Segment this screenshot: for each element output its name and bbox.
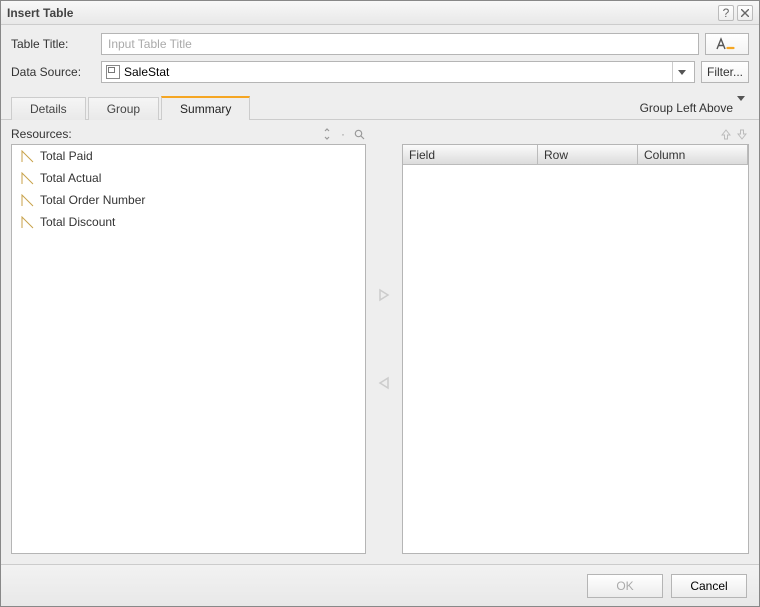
workspace: Resources: · Total Paid Total Actual — [1, 120, 759, 564]
fields-grid[interactable]: Field Row Column — [402, 144, 749, 554]
form-area: Table Title: Data Source: SaleStat Filte… — [1, 25, 759, 93]
measure-icon — [20, 149, 34, 163]
measure-icon — [20, 193, 34, 207]
move-down-icon[interactable] — [735, 127, 749, 141]
sort-icon[interactable] — [320, 127, 334, 141]
resources-pane: Resources: · Total Paid Total Actual — [11, 124, 366, 554]
titlebar: Insert Table ? — [1, 1, 759, 25]
list-item[interactable]: Total Paid — [12, 145, 365, 167]
font-style-button[interactable] — [705, 33, 749, 55]
insert-table-dialog: Insert Table ? Table Title: Data Source:… — [0, 0, 760, 607]
list-item[interactable]: Total Order Number — [12, 189, 365, 211]
ok-button: OK — [587, 574, 663, 598]
list-item-label: Total Actual — [40, 171, 101, 185]
transfer-column — [366, 124, 402, 554]
remove-button[interactable] — [375, 374, 393, 392]
help-button[interactable]: ? — [718, 5, 734, 21]
list-item-label: Total Paid — [40, 149, 93, 163]
data-source-combo[interactable]: SaleStat — [101, 61, 695, 83]
list-item[interactable]: Total Actual — [12, 167, 365, 189]
move-up-icon[interactable] — [719, 127, 733, 141]
list-item-label: Total Order Number — [40, 193, 145, 207]
column-header-field[interactable]: Field — [403, 145, 538, 165]
tab-details[interactable]: Details — [11, 97, 86, 120]
tabs-row: Details Group Summary Group Left Above — [1, 95, 759, 120]
table-title-label: Table Title: — [11, 37, 101, 51]
dataset-icon — [106, 65, 120, 79]
table-title-input[interactable] — [101, 33, 699, 55]
table-title-row: Table Title: — [11, 33, 749, 55]
chevron-down-icon — [737, 101, 745, 115]
resources-header: Resources: · — [11, 124, 366, 144]
chevron-down-icon — [672, 62, 690, 82]
resources-label: Resources: — [11, 127, 318, 141]
column-header-column[interactable]: Column — [638, 145, 748, 165]
data-source-label: Data Source: — [11, 65, 101, 79]
dot-icon: · — [336, 127, 350, 141]
search-icon[interactable] — [352, 127, 366, 141]
group-left-above-dropdown[interactable]: Group Left Above — [640, 101, 745, 119]
measure-icon — [20, 215, 34, 229]
resources-list[interactable]: Total Paid Total Actual Total Order Numb… — [11, 144, 366, 554]
data-source-value: SaleStat — [124, 65, 672, 79]
list-item-label: Total Discount — [40, 215, 115, 229]
add-button[interactable] — [375, 286, 393, 304]
fields-tools — [402, 124, 749, 144]
data-source-row: Data Source: SaleStat Filter... — [11, 61, 749, 83]
measure-icon — [20, 171, 34, 185]
fields-pane: Field Row Column — [402, 124, 749, 554]
group-left-above-label: Group Left Above — [640, 101, 733, 115]
grid-header: Field Row Column — [403, 145, 748, 165]
tab-summary[interactable]: Summary — [161, 96, 250, 120]
filter-button[interactable]: Filter... — [701, 61, 749, 83]
tab-group[interactable]: Group — [88, 97, 159, 120]
cancel-button[interactable]: Cancel — [671, 574, 747, 598]
list-item[interactable]: Total Discount — [12, 211, 365, 233]
column-header-row[interactable]: Row — [538, 145, 638, 165]
footer: OK Cancel — [1, 564, 759, 606]
dialog-title: Insert Table — [7, 6, 715, 20]
close-button[interactable] — [737, 5, 753, 21]
